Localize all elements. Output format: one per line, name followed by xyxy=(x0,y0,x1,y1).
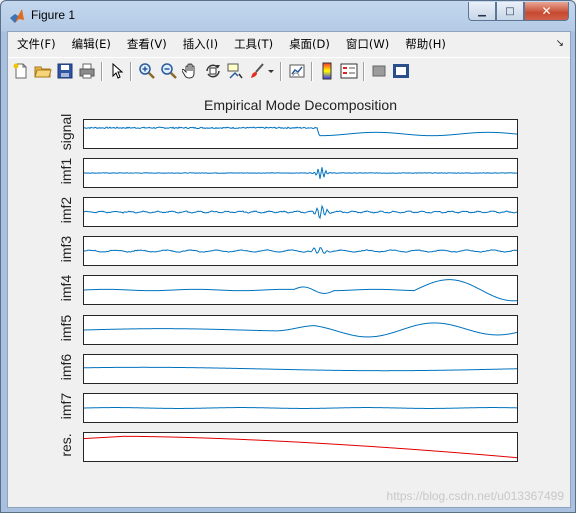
save-icon[interactable] xyxy=(56,62,74,80)
subplot-axes-imf7[interactable] xyxy=(83,393,518,423)
trace-signal xyxy=(84,126,517,137)
toolbar-separator xyxy=(280,62,281,81)
dock-arrow-icon[interactable]: ↘ xyxy=(556,38,564,49)
brush-dropdown-icon[interactable] xyxy=(266,62,276,80)
trace-line-imf3 xyxy=(84,247,517,254)
window-title: Figure 1 xyxy=(31,8,76,22)
menu-help[interactable]: 帮助(H) xyxy=(397,36,454,52)
subplot-axes-imf3[interactable] xyxy=(83,236,518,266)
legend-icon[interactable] xyxy=(340,62,358,80)
menu-desktop[interactable]: 桌面(D) xyxy=(281,36,338,52)
figure-window: Figure 1 ▁ □ ✕ 文件(F) 编辑(E) 查看(V) 插入(I) 工… xyxy=(0,0,576,513)
trace-line-imf5 xyxy=(84,322,517,338)
data-cursor-icon[interactable] xyxy=(226,62,244,80)
pointer-icon[interactable] xyxy=(108,62,126,80)
subplot-axes-imf6[interactable] xyxy=(83,354,518,384)
trace-line-imf7 xyxy=(84,407,517,409)
zoom-out-icon[interactable] xyxy=(160,62,178,80)
rotate-3d-icon[interactable] xyxy=(204,62,222,80)
brush-icon[interactable] xyxy=(248,62,266,80)
trace-imf2 xyxy=(84,204,517,220)
trace-imf5 xyxy=(84,322,517,338)
watermark: https://blog.csdn.net/u013367499 xyxy=(386,489,564,503)
trace-imf3 xyxy=(84,247,517,254)
subplot-axes-signal[interactable] xyxy=(83,119,518,149)
toolbar-separator xyxy=(101,62,102,81)
trace-line-imf1 xyxy=(84,167,517,179)
zoom-in-icon[interactable] xyxy=(138,62,156,80)
matlab-logo-icon xyxy=(9,8,25,24)
ylabel-res: res. xyxy=(58,433,74,457)
maximize-button[interactable]: □ xyxy=(496,2,524,21)
client-area: 文件(F) 编辑(E) 查看(V) 插入(I) 工具(T) 桌面(D) 窗口(W… xyxy=(7,31,571,508)
show-plot-tools-icon[interactable] xyxy=(392,62,410,80)
menu-insert[interactable]: 插入(I) xyxy=(175,36,226,52)
open-file-icon[interactable] xyxy=(34,62,52,80)
subplot-axes-imf4[interactable] xyxy=(83,275,518,305)
close-button[interactable]: ✕ xyxy=(524,2,569,21)
figure-toolbar xyxy=(8,57,570,85)
trace-line-imf2 xyxy=(84,204,517,220)
trace-imf1 xyxy=(84,167,517,179)
print-icon[interactable] xyxy=(78,62,96,80)
title-bar[interactable]: Figure 1 ▁ □ ✕ xyxy=(1,1,575,31)
trace-imf7 xyxy=(84,407,517,409)
trace-res xyxy=(84,435,517,459)
hide-plot-tools-icon[interactable] xyxy=(370,62,388,80)
pan-hand-icon[interactable] xyxy=(182,62,200,80)
trace-imf6 xyxy=(84,366,517,372)
subplot-axes-imf5[interactable] xyxy=(83,315,518,345)
menu-file[interactable]: 文件(F) xyxy=(8,36,64,52)
figure-canvas: Empirical Mode Decomposition signal imf1 i… xyxy=(8,84,570,507)
subplot-axes-imf2[interactable] xyxy=(83,197,518,227)
menu-window[interactable]: 窗口(W) xyxy=(338,36,397,52)
menu-tools[interactable]: 工具(T) xyxy=(226,36,281,52)
toolbar-separator xyxy=(311,62,312,81)
menu-view[interactable]: 查看(V) xyxy=(119,36,175,52)
menu-bar: 文件(F) 编辑(E) 查看(V) 插入(I) 工具(T) 桌面(D) 窗口(W… xyxy=(8,32,570,56)
new-figure-icon[interactable] xyxy=(12,62,30,80)
trace-imf4 xyxy=(84,279,517,302)
toolbar-separator xyxy=(363,62,364,81)
toolbar-separator xyxy=(130,62,131,81)
menu-edit[interactable]: 编辑(E) xyxy=(64,36,119,52)
trace-line-res xyxy=(84,435,517,459)
minimize-button[interactable]: ▁ xyxy=(468,2,496,21)
colorbar-icon[interactable] xyxy=(318,62,336,80)
link-plot-icon[interactable] xyxy=(288,62,306,80)
subplot-axes-res[interactable] xyxy=(83,432,518,462)
trace-line-signal xyxy=(84,126,517,137)
subplot-axes-imf1[interactable] xyxy=(83,158,518,188)
plot-title: Empirical Mode Decomposition xyxy=(204,97,397,113)
trace-line-imf6 xyxy=(84,366,517,372)
trace-line-imf4 xyxy=(84,279,517,302)
